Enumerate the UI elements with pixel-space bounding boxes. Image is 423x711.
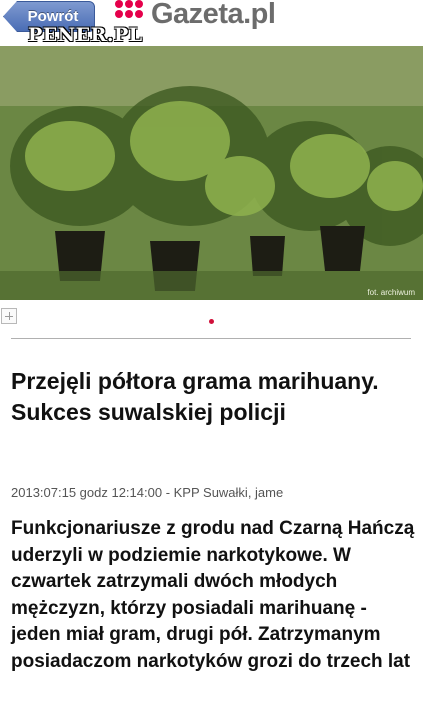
- logo-text: Gazeta.pl: [151, 0, 276, 30]
- page-indicator-dot: [209, 319, 214, 324]
- article-photo[interactable]: fot. archiwum: [0, 46, 423, 300]
- article-headline: Przejęli półtora grama marihuany. Sukces…: [11, 368, 379, 425]
- article-meta: 2013:07:15 godz 12:14:00 - KPP Suwałki, …: [11, 485, 284, 500]
- article-lead: Funkcjonariusze z grodu nad Czarną Hańcz…: [11, 518, 415, 672]
- app-header: Powrót Gazeta.pl PENER.PL INTERNETOWE FA…: [0, 0, 423, 49]
- photo-credit: fot. archiwum: [367, 288, 415, 297]
- divider: [11, 338, 411, 339]
- cannabis-plants-image: [0, 46, 423, 300]
- expand-icon[interactable]: [1, 308, 17, 324]
